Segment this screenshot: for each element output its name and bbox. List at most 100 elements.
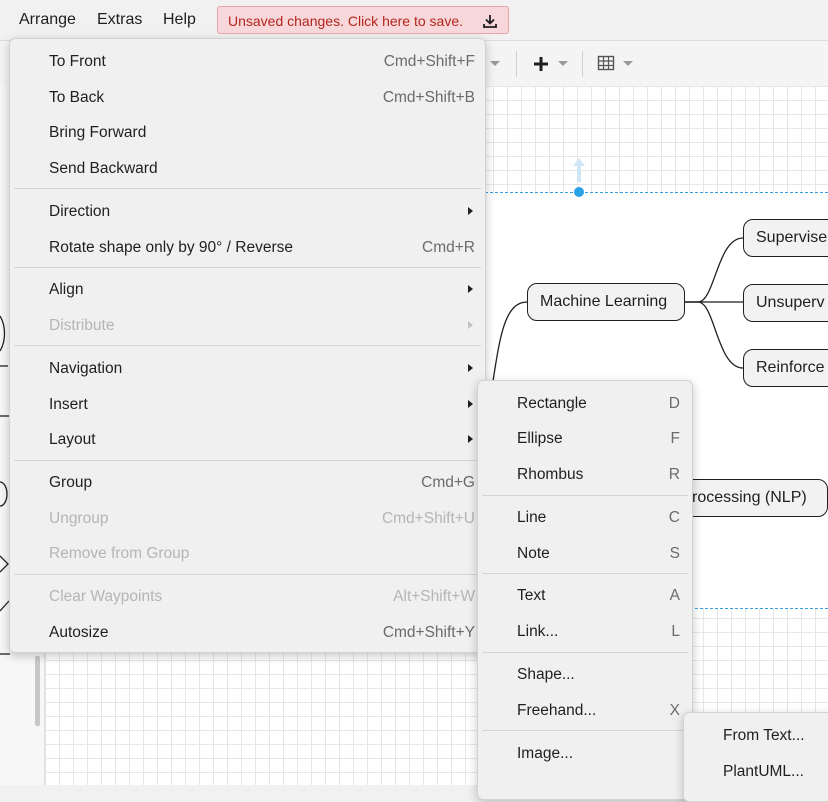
menu-item-label: Align (49, 281, 84, 298)
menu-item-label: Distribute (49, 317, 115, 334)
menu-item-freehand[interactable]: Freehand... X (478, 693, 692, 728)
menu-separator (14, 345, 481, 346)
menu-separator (14, 188, 481, 189)
menu-item-label: Shape... (517, 666, 575, 683)
menu-item-shortcut: S (669, 545, 680, 562)
submenu-arrow-icon (468, 285, 473, 293)
node-supervised[interactable]: Supervise (743, 219, 828, 257)
menu-item-label: To Front (49, 53, 106, 70)
menu-item-label: Remove from Group (49, 545, 190, 562)
download-icon (483, 15, 497, 28)
node-reinforcement[interactable]: Reinforce (743, 349, 828, 387)
node-machine-learning[interactable]: Machine Learning (527, 283, 685, 321)
menu-item-label: To Back (49, 89, 105, 106)
menu-item-label: Link... (517, 623, 559, 640)
menu-item-bring-forward[interactable]: Bring Forward (10, 115, 485, 150)
menu-item-send-backward[interactable]: Send Backward (10, 151, 485, 186)
menu-item-label: Send Backward (49, 160, 158, 177)
menu-item-label: Freehand... (517, 702, 597, 719)
plus-icon[interactable] (532, 55, 550, 73)
menu-item-text[interactable]: Text A (478, 578, 692, 613)
menu-item-clear-waypoints: Clear Waypoints Alt+Shift+W (10, 579, 485, 614)
menu-item-rectangle[interactable]: Rectangle D (478, 386, 692, 421)
table-icon[interactable] (597, 54, 615, 72)
menu-item-label: Note (517, 545, 550, 562)
menu-item-image[interactable]: Image... (478, 736, 692, 771)
advanced-submenu: From Text... PlantUML... (683, 712, 828, 802)
menu-item-to-back[interactable]: To Back Cmd+Shift+B (10, 80, 485, 115)
menu-item-label: Rhombus (517, 466, 584, 483)
menu-item-label: Rotate shape only by 90° / Reverse (49, 239, 294, 256)
menu-item-label: Ungroup (49, 510, 109, 527)
submenu-arrow-icon (468, 364, 473, 372)
submenu-arrow-icon (468, 207, 473, 215)
unsaved-changes-button[interactable]: Unsaved changes. Click here to save. (217, 6, 509, 34)
menu-item-label: Text (517, 587, 546, 604)
menu-help[interactable]: Help (163, 11, 196, 29)
menu-separator (14, 574, 481, 575)
menu-item-rotate[interactable]: Rotate shape only by 90° / Reverse Cmd+R (10, 230, 485, 265)
menu-item-remove-from-group: Remove from Group (10, 536, 485, 571)
menu-separator (482, 730, 688, 731)
menu-item-label: Image... (517, 745, 573, 762)
menu-item-direction[interactable]: Direction (10, 194, 485, 229)
menu-separator (14, 460, 481, 461)
chevron-down-icon[interactable] (558, 61, 568, 66)
menu-item-shortcut: C (668, 509, 680, 526)
menu-item-rhombus[interactable]: Rhombus R (478, 457, 692, 492)
node-unsupervised[interactable]: Unsuperv (743, 284, 828, 322)
menu-item-shortcut: Cmd+Shift+U (381, 510, 475, 527)
menu-item-shortcut: Alt+Shift+W (393, 588, 475, 605)
menu-item-shortcut: L (671, 623, 680, 640)
menu-item-shortcut: F (670, 430, 680, 447)
menu-item-label: Insert (49, 396, 88, 413)
menu-item-insert[interactable]: Insert (10, 387, 485, 422)
chevron-down-icon[interactable] (490, 61, 500, 66)
insert-submenu: Rectangle D Ellipse F Rhombus R Line C N… (477, 380, 693, 800)
menu-separator (482, 573, 688, 574)
menu-item-shortcut: Cmd+R (422, 239, 475, 256)
menu-item-layout[interactable]: Layout (10, 422, 485, 457)
menu-item-navigation[interactable]: Navigation (10, 351, 485, 386)
menu-item-label: Direction (49, 203, 111, 220)
menu-item-label: Line (517, 509, 547, 526)
menu-item-label: PlantUML... (723, 763, 804, 780)
menu-separator (14, 267, 481, 268)
menu-arrange[interactable]: Arrange (19, 11, 76, 29)
menu-item-label: Layout (49, 431, 96, 448)
menu-item-shortcut: Cmd+Shift+F (383, 53, 475, 70)
menu-item-ungroup: Ungroup Cmd+Shift+U (10, 501, 485, 536)
submenu-arrow-icon (468, 400, 473, 408)
menu-item-shortcut: D (668, 395, 680, 412)
submenu-arrow-icon (468, 321, 473, 329)
menu-item-line[interactable]: Line C (478, 500, 692, 535)
submenu-arrow-icon (468, 435, 473, 443)
unsaved-changes-label: Unsaved changes. Click here to save. (228, 13, 464, 29)
menu-item-autosize[interactable]: Autosize Cmd+Shift+Y (10, 615, 485, 650)
menu-extras[interactable]: Extras (97, 11, 142, 29)
menu-item-group[interactable]: Group Cmd+G (10, 465, 485, 500)
menu-item-shortcut: A (669, 587, 680, 604)
arrange-menu: To Front Cmd+Shift+F To Back Cmd+Shift+B… (9, 38, 486, 653)
menu-item-from-text[interactable]: From Text... (684, 718, 828, 753)
chevron-down-icon[interactable] (623, 61, 633, 66)
menu-item-label: Clear Waypoints (49, 588, 163, 605)
menu-item-label: Bring Forward (49, 124, 147, 141)
menu-item-label: Navigation (49, 360, 123, 377)
menu-item-to-front[interactable]: To Front Cmd+Shift+F (10, 44, 485, 79)
menu-separator (482, 495, 688, 496)
menu-item-shortcut: X (669, 702, 680, 719)
menu-item-shape[interactable]: Shape... (478, 657, 692, 692)
menu-item-shortcut: Cmd+Shift+B (382, 89, 475, 106)
menu-bar: Arrange Extras Help Unsaved changes. Cli… (0, 0, 828, 40)
menu-item-ellipse[interactable]: Ellipse F (478, 421, 692, 456)
menu-item-align[interactable]: Align (10, 272, 485, 307)
toolbar-divider (582, 51, 583, 77)
menu-item-label: From Text... (723, 727, 805, 744)
menu-item-label: Rectangle (517, 395, 587, 412)
menu-item-distribute: Distribute (10, 308, 485, 343)
menu-item-link[interactable]: Link... L (478, 614, 692, 649)
menu-item-label: Autosize (49, 624, 109, 641)
menu-item-note[interactable]: Note S (478, 536, 692, 571)
menu-item-plantuml[interactable]: PlantUML... (684, 754, 828, 789)
